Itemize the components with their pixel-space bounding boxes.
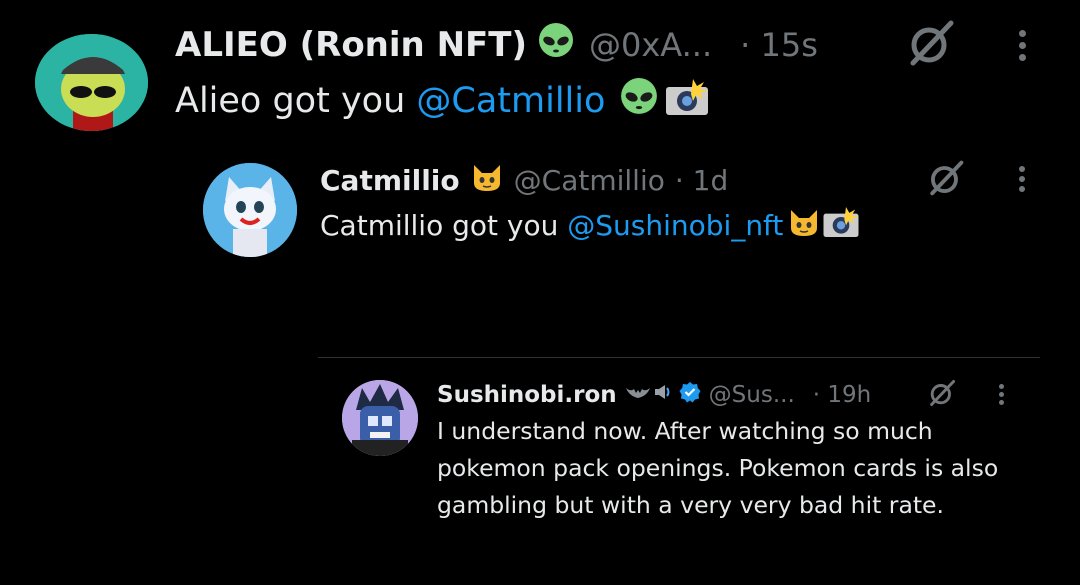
avatar[interactable] (35, 34, 148, 131)
more-vertical-icon[interactable] (999, 384, 1004, 405)
timestamp[interactable]: · 19h (813, 382, 871, 408)
author-name[interactable]: Catmillio (320, 164, 460, 197)
cat-emoji (787, 206, 821, 245)
camera-flash-emoji (663, 77, 711, 126)
more-vertical-icon[interactable] (1019, 166, 1025, 192)
speaker-emoji (653, 382, 673, 408)
bat-emoji (625, 382, 651, 408)
ninja-avatar-icon (342, 380, 418, 456)
more-vertical-icon[interactable] (1019, 30, 1026, 61)
avatar[interactable] (203, 163, 297, 257)
verified-badge-icon (679, 381, 701, 409)
handle[interactable]: @Catmillio (514, 164, 665, 197)
tweet-header: Sushinobi.ron @Sus... · 19h (437, 378, 871, 412)
tweet-header: ALIEO (Ronin NFT) @0xA... · 15s (175, 22, 818, 68)
cat-avatar-icon (203, 163, 297, 257)
grok-slash-icon[interactable] (927, 378, 957, 412)
tweet-text-content: Catmillio got you (320, 208, 568, 242)
alien-avatar-icon (35, 34, 148, 131)
tweet-text: Catmillio got you @Sushinobi_nft (320, 205, 861, 245)
mention-link[interactable]: @Sushinobi_nft (567, 209, 783, 242)
camera-flash-emoji (821, 205, 861, 246)
author-name[interactable]: ALIEO (Ronin NFT) (175, 25, 527, 65)
alien-emoji (537, 22, 575, 69)
grok-slash-icon[interactable] (926, 158, 966, 202)
tweet-text-content: I understand now. After watching so much… (437, 417, 999, 519)
tweet-text-content: Alieo got you (175, 81, 417, 121)
avatar[interactable] (342, 380, 418, 456)
grok-slash-icon[interactable] (905, 17, 957, 73)
tweet-header: Catmillio @Catmillio · 1d (320, 160, 728, 200)
handle[interactable]: @Sus... (709, 382, 795, 408)
author-name[interactable]: Sushinobi.ron (437, 382, 617, 408)
timestamp[interactable]: · 15s (740, 26, 818, 64)
mention-link[interactable]: @Catmillio (416, 81, 605, 121)
timestamp[interactable]: · 1d (675, 164, 728, 197)
cat-emoji (470, 161, 504, 200)
handle[interactable]: @0xA... (589, 26, 712, 64)
tweet-text: Alieo got you @Catmillio (175, 77, 711, 126)
divider (318, 357, 1040, 358)
alien-emoji (619, 77, 659, 126)
